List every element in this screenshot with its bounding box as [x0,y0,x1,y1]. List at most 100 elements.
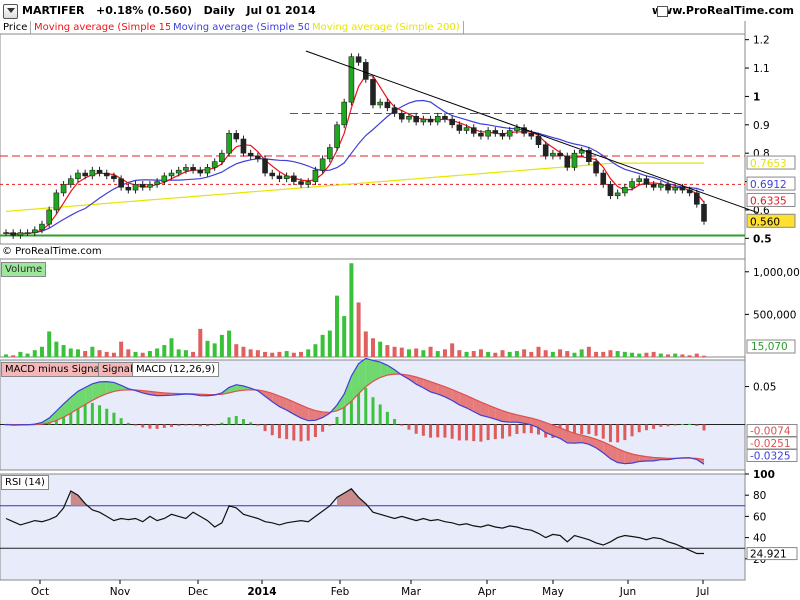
candle-body [384,101,391,109]
macd-hist-bar [407,424,411,430]
volume-bar [637,353,642,357]
volume-bar [493,352,498,357]
legend-macd[interactable]: MACD (12,26,9) [132,362,220,377]
volume-bar [651,351,656,357]
macd-hist-bar [472,424,476,442]
macd-hist-bar [213,424,217,426]
candle-body [535,135,542,145]
macd-hist-bar [479,424,483,442]
candle-body [434,115,441,123]
volume-bar [183,350,188,357]
copyright: © ProRealTime.com [2,246,102,257]
legend-volume[interactable]: Volume [1,262,47,277]
candle-body [449,118,455,126]
volume-bar [500,350,505,357]
candle-body [679,186,686,191]
macd-hist-bar [241,419,245,425]
rsi-tick-label: 80 [753,490,766,502]
volume-bar [162,345,167,357]
candle-body [3,232,9,234]
candle-body [255,155,261,160]
rsi-tick-label: 60 [753,511,766,523]
candle-body [53,192,60,211]
volume-bar [565,351,570,357]
volume-bar [342,316,347,357]
volume-bar [363,331,368,357]
candle-body [658,184,664,188]
rsi-value-label: 24.921 [750,549,787,561]
candle-body [240,138,247,154]
macd-hist-bar [695,424,699,426]
legend-macd-signal[interactable]: Signal [98,362,137,377]
volume-bar [486,351,491,357]
candle-body [629,181,635,188]
candle-body [593,161,599,174]
volume-bar [234,344,239,357]
candle-body [622,186,628,194]
volume-bar [702,355,706,357]
macd-hist-bar [321,424,325,432]
price-tick-label: 1.2 [753,35,770,47]
macd-hist-bar [234,415,238,425]
volume-bar [169,338,174,357]
macd-hist-bar [666,424,670,427]
volume-bar [673,353,678,357]
macd-hist-bar [148,424,152,429]
macd-hist-bar [414,424,418,434]
candle-body [24,232,31,234]
legend-rsi[interactable]: RSI (14) [1,475,49,490]
candle-body [183,167,189,171]
candle-body [319,158,326,171]
candle-body [132,184,139,191]
candle-body [75,172,81,180]
macd-hist-bar [277,424,281,439]
candle-body [492,130,499,134]
volume-bar [212,343,217,357]
macd-hist-bar [673,424,677,426]
legend-macd-hist[interactable]: MACD minus Signal [1,362,107,377]
macd-hist-bar [285,424,289,440]
macd-hist-bar [256,424,260,426]
volume-bar [299,351,304,357]
candle-body [470,127,477,134]
macd-hist-bar [306,424,310,441]
macd-hist-bar [688,423,692,425]
volume-bar [385,345,390,357]
macd-value-label: -0.0074 [750,425,791,437]
candle-body [607,184,614,197]
candle-body [413,115,419,123]
volume-bar [378,341,383,357]
value-box-label: 0.6335 [750,195,787,207]
candle-body [154,181,160,185]
volume-bar [658,353,663,357]
macd-hist-bar [205,424,209,427]
volume-bar [442,349,447,357]
macd-hist-bar [227,417,231,425]
macd-hist-bar [170,424,174,427]
volume-bar [126,349,131,357]
volume-bar [543,350,548,357]
x-tick-label: Oct [31,586,49,598]
volume-bar [406,349,411,357]
macd-value-label: -0.0251 [750,438,791,450]
macd-hist-bar [457,424,461,441]
volume-last-label: 15,070 [751,341,788,353]
macd-hist-bar [105,408,109,425]
candle-body [355,56,362,63]
volume-bar [464,351,469,357]
candle-body [312,169,319,182]
macd-hist-bar [378,404,382,425]
volume-bar [75,349,80,357]
candle-body [557,152,563,157]
macd-hist-bar [371,397,375,425]
chart-canvas[interactable]: 0.50.60.70.80.911.11.20.76530.69120.6335… [0,0,800,600]
x-tick-label: Feb [331,586,350,598]
candle-body [406,115,412,120]
candle-body [514,127,520,131]
candle-body [398,113,405,120]
volume-bar [630,352,635,357]
macd-hist-bar [429,424,433,438]
macd-hist-bar [364,387,368,425]
macd-hist-bar [702,424,706,431]
volume-bar [601,351,606,357]
